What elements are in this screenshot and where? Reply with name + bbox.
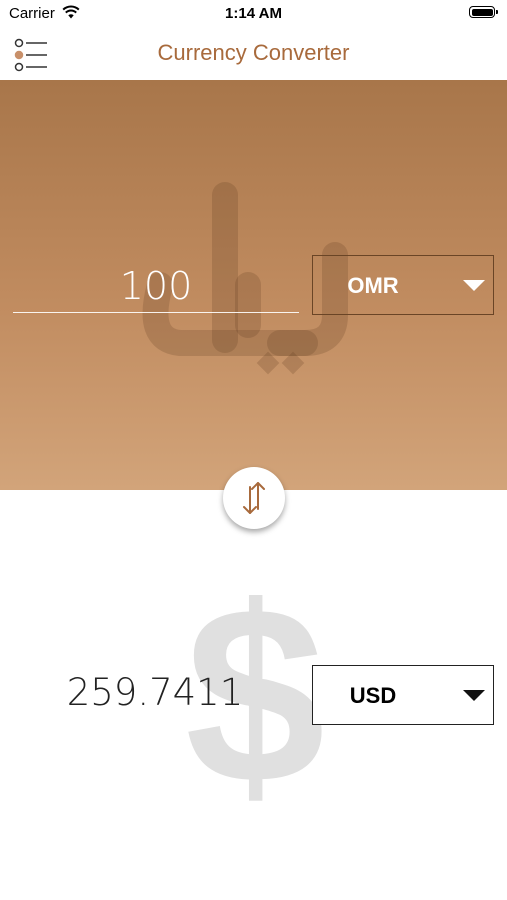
status-time: 1:14 AM xyxy=(225,5,282,22)
navigation-bar: Currency Converter xyxy=(0,28,507,80)
amount-input[interactable] xyxy=(13,260,299,313)
swap-button[interactable] xyxy=(223,467,285,529)
from-currency-code: OMR xyxy=(347,273,399,298)
battery-icon xyxy=(469,6,498,18)
to-currency-code: USD xyxy=(349,683,397,708)
status-bar: Carrier 1:14 AM xyxy=(0,0,507,28)
from-currency-select[interactable]: OMR xyxy=(312,255,494,315)
source-currency-panel: OMR xyxy=(0,80,507,490)
dropdown-arrow-icon xyxy=(463,280,485,291)
converted-amount: 259.7411 xyxy=(66,671,244,714)
to-currency-select[interactable]: USD xyxy=(312,665,494,725)
swap-arrows-icon xyxy=(243,482,265,514)
page-title: Currency Converter xyxy=(157,40,350,65)
dropdown-arrow-icon xyxy=(463,690,485,701)
